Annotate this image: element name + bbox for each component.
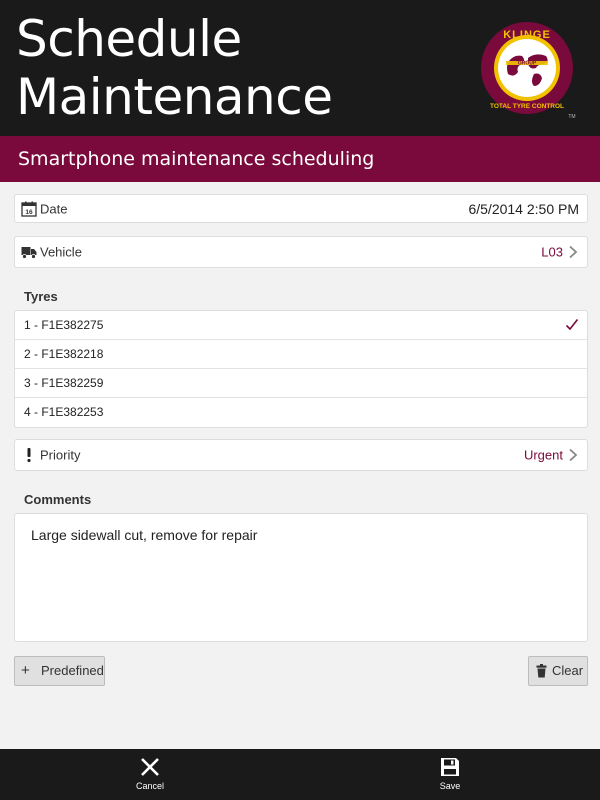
page-title-line1: Schedule (16, 10, 242, 68)
chevron-right-icon (569, 448, 578, 462)
tyres-title: Tyres (24, 289, 58, 304)
predefined-label: Predefined (41, 663, 104, 678)
tyre-item-1[interactable]: 1 - F1E382275 (15, 311, 587, 340)
priority-row[interactable]: Priority Urgent (14, 439, 588, 471)
tyre-list: 1 - F1E382275 2 - F1E382218 3 - F1E38225… (14, 310, 588, 428)
footer-toolbar: Cancel Save (0, 749, 600, 800)
chevron-right-icon (569, 245, 578, 259)
cancel-label: Cancel (135, 781, 164, 791)
plus-icon: + (21, 662, 30, 679)
close-icon (141, 758, 159, 776)
svg-text:TM: TM (568, 114, 575, 120)
priority-value: Urgent (523, 447, 563, 463)
checkmark-icon (565, 319, 579, 331)
svg-text:GROUP: GROUP (518, 61, 537, 67)
comments-title: Comments (24, 492, 92, 507)
cancel-button[interactable]: Cancel (120, 757, 180, 791)
klinge-logo: GROUP KLINGE TOTAL TYRE CONTROL TM (481, 22, 576, 120)
truck-icon (21, 247, 37, 259)
clear-button[interactable]: Clear (528, 656, 588, 686)
save-label: Save (439, 781, 461, 791)
page-title-line2: Maintenance (16, 68, 333, 126)
vehicle-value: L03 (541, 244, 563, 260)
date-value: 6/5/2014 2:50 PM (468, 200, 579, 217)
tyre-item-4[interactable]: 4 - F1E382253 (15, 398, 587, 427)
tyre-label: 2 - F1E382218 (24, 347, 104, 361)
predefined-button[interactable]: + Predefined (14, 656, 105, 686)
app-header: Schedule Maintenance GROUP KLINGE TOTAL … (0, 0, 600, 136)
svg-text:16: 16 (25, 209, 33, 216)
exclamation-icon (27, 448, 31, 462)
svg-text:TOTAL TYRE CONTROL: TOTAL TYRE CONTROL (490, 103, 564, 110)
vehicle-label: Vehicle (40, 244, 82, 260)
date-label: Date (40, 201, 68, 216)
tyre-label: 3 - F1E382259 (24, 376, 104, 390)
tyre-label: 4 - F1E382253 (24, 405, 104, 419)
tyre-item-2[interactable]: 2 - F1E382218 (15, 340, 587, 369)
priority-label: Priority (40, 447, 81, 463)
page-title: Schedule Maintenance (16, 10, 333, 126)
calendar-icon: 16 (21, 201, 37, 217)
tyre-label: 1 - F1E382275 (24, 318, 104, 332)
comments-textarea[interactable]: Large sidewall cut, remove for repair (14, 513, 588, 642)
date-row[interactable]: 16 Date 6/5/2014 2:50 PM (14, 194, 588, 223)
tyre-item-3[interactable]: 3 - F1E382259 (15, 369, 587, 398)
clear-label: Clear (552, 663, 584, 678)
save-button[interactable]: Save (420, 757, 480, 791)
vehicle-row[interactable]: Vehicle L03 (14, 236, 588, 268)
subheader-banner: Smartphone maintenance scheduling (0, 136, 600, 182)
save-icon (441, 758, 459, 776)
svg-text:KLINGE: KLINGE (503, 29, 551, 41)
trash-icon (536, 664, 547, 678)
